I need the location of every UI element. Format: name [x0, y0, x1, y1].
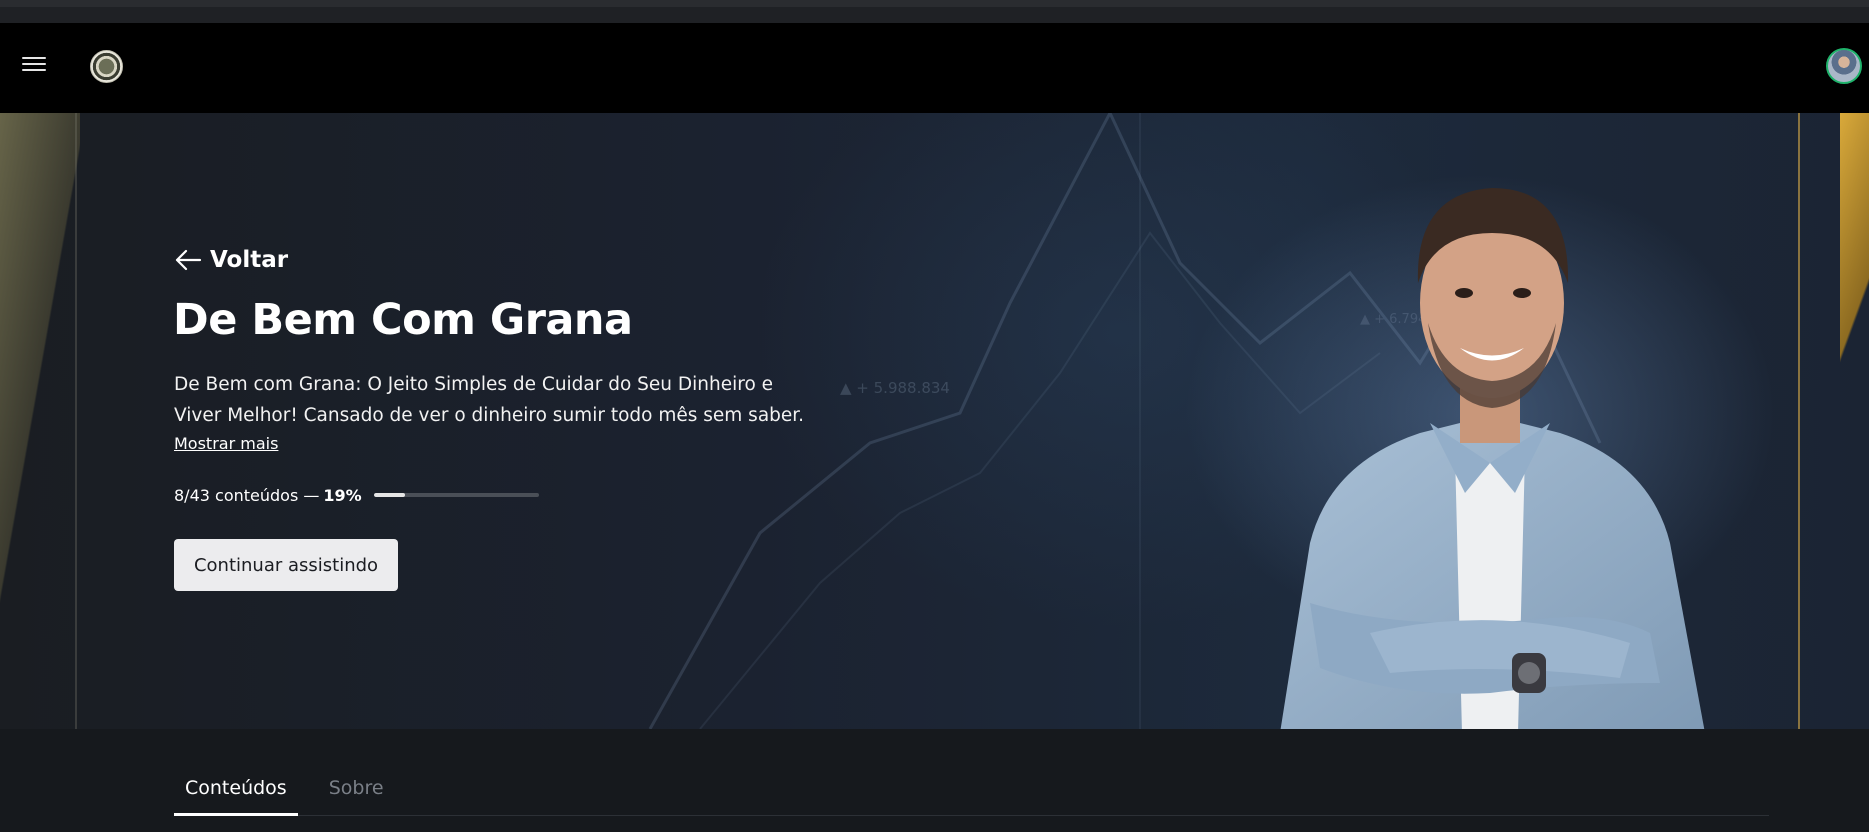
decorative-gold-wedge-right: [1840, 113, 1869, 729]
chart-label-1: ▲ + 5.988.834: [840, 379, 950, 397]
hamburger-menu-icon[interactable]: [20, 53, 50, 79]
content-tabs-area: Conteúdos Sobre: [0, 729, 1869, 832]
decorative-divider-right: [1798, 113, 1800, 729]
tab-sobre[interactable]: Sobre: [318, 771, 395, 816]
course-title: De Bem Com Grana: [173, 295, 633, 345]
course-hero-banner: ▲ + 5.988.834 ▲ + 6.794 Voltar De Bem Co…: [0, 113, 1869, 729]
description-line-2: Viver Melhor! Cansado de ver o dinheiro …: [174, 405, 804, 426]
content-tabs: Conteúdos Sobre: [174, 771, 1769, 816]
tab-conteudos[interactable]: Conteúdos: [174, 771, 298, 816]
continue-watching-button[interactable]: Continuar assistindo: [174, 539, 398, 591]
show-more-link[interactable]: Mostrar mais: [174, 434, 278, 453]
progress-bar: [373, 493, 539, 497]
progress-count-text: 8/43 conteúdos —: [174, 485, 320, 505]
instructor-photo: [1280, 188, 1705, 729]
progress-bar-fill: [373, 493, 406, 497]
back-link-label: Voltar: [210, 247, 289, 273]
progress-percent: 19%: [323, 485, 362, 505]
back-link[interactable]: Voltar: [174, 245, 288, 275]
course-description: De Bem com Grana: O Jeito Simples de Cui…: [174, 369, 804, 431]
course-progress: 8/43 conteúdos — 19%: [174, 484, 539, 506]
browser-top-strip: [0, 0, 1869, 23]
arrow-left-icon: [175, 249, 202, 271]
description-line-1: De Bem com Grana: O Jeito Simples de Cui…: [174, 374, 774, 395]
user-avatar-icon[interactable]: [1826, 48, 1862, 84]
brand-logo-icon[interactable]: [90, 50, 123, 83]
top-navbar: [0, 23, 1869, 113]
